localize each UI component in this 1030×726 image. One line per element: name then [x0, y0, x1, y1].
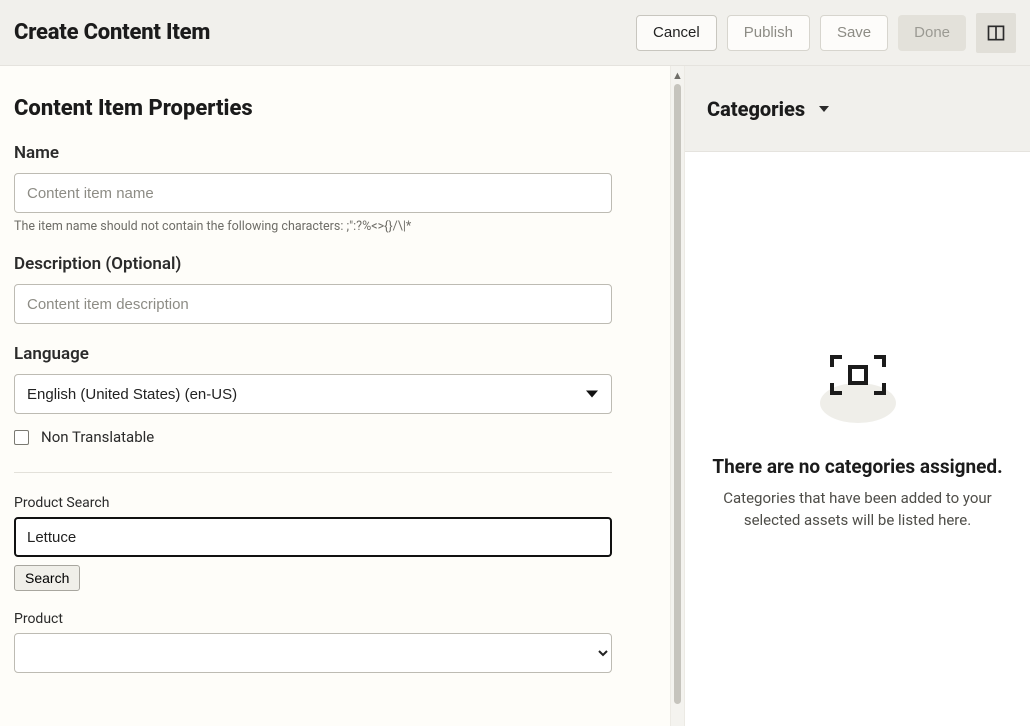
language-value: English (United States) (en-US) — [27, 386, 237, 403]
topbar-actions: Cancel Publish Save Done — [636, 13, 1016, 53]
product-label: Product — [14, 611, 612, 627]
language-field: Language English (United States) (en-US)… — [14, 344, 612, 446]
categories-title: Categories — [707, 97, 805, 121]
topbar: Create Content Item Cancel Publish Save … — [0, 0, 1030, 66]
name-hint: The item name should not contain the fol… — [14, 219, 612, 234]
non-translatable-checkbox[interactable] — [14, 430, 29, 445]
description-label: Description (Optional) — [14, 254, 612, 274]
chevron-down-icon — [819, 106, 829, 112]
product-search-label: Product Search — [14, 495, 612, 511]
page-title: Create Content Item — [14, 20, 210, 45]
product-search-field: Product Search Search — [14, 495, 612, 591]
name-input[interactable] — [14, 173, 612, 213]
toggle-side-panel-button[interactable] — [976, 13, 1016, 53]
categories-empty-title: There are no categories assigned. — [712, 455, 1002, 478]
categories-panel: Categories There are — [684, 66, 1030, 726]
categories-empty-subtitle: Categories that have been added to your … — [703, 488, 1012, 532]
name-field: Name The item name should not contain th… — [14, 143, 612, 234]
form-scroll[interactable]: Content Item Properties Name The item na… — [0, 66, 670, 726]
section-title: Content Item Properties — [14, 96, 642, 121]
done-button[interactable]: Done — [898, 15, 966, 51]
product-select[interactable] — [14, 633, 612, 673]
scrollbar[interactable]: ▲ — [670, 66, 684, 726]
non-translatable-row[interactable]: Non Translatable — [14, 428, 612, 446]
product-field: Product — [14, 611, 612, 673]
form-panel: Content Item Properties Name The item na… — [0, 66, 684, 726]
non-translatable-label: Non Translatable — [41, 428, 154, 446]
description-input[interactable] — [14, 284, 612, 324]
cancel-button[interactable]: Cancel — [636, 15, 717, 51]
split-view-icon — [986, 23, 1006, 43]
content-area: Content Item Properties Name The item na… — [0, 66, 1030, 726]
product-search-input[interactable] — [14, 517, 612, 557]
publish-button[interactable]: Publish — [727, 15, 810, 51]
scroll-thumb[interactable] — [674, 84, 681, 704]
name-label: Name — [14, 143, 612, 163]
scroll-up-icon[interactable]: ▲ — [671, 68, 684, 82]
save-button[interactable]: Save — [820, 15, 888, 51]
language-label: Language — [14, 344, 612, 364]
language-select[interactable]: English (United States) (en-US) — [14, 374, 612, 414]
categories-empty-state: There are no categories assigned. Catego… — [685, 152, 1030, 726]
categories-empty-icon — [812, 347, 904, 429]
divider — [14, 472, 612, 473]
search-button[interactable]: Search — [14, 565, 80, 591]
description-field: Description (Optional) — [14, 254, 612, 324]
categories-header[interactable]: Categories — [685, 66, 1030, 152]
